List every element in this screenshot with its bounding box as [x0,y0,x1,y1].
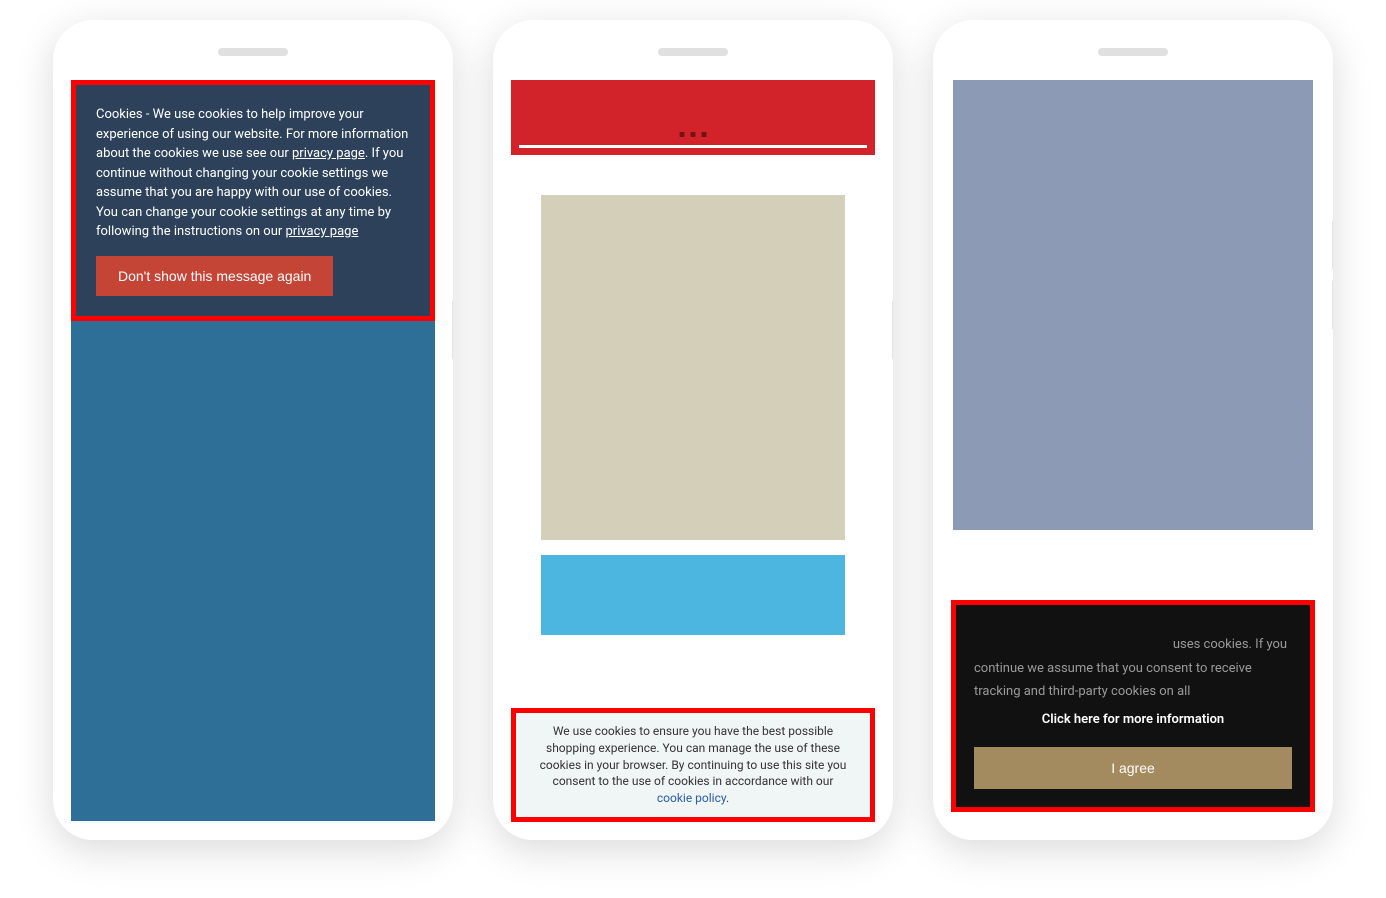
phone-speaker [658,48,728,56]
cookie-text-period: . [726,791,729,805]
phone-mockup-3: XXXXXXXXXXXXXXXXXXXXXXXX uses cookies. I… [933,20,1333,840]
carousel-dot[interactable] [680,132,685,137]
cookie-banner: We use cookies to ensure you have the be… [516,713,870,817]
carousel-dot[interactable] [691,132,696,137]
scrollbar-indicator [1307,410,1313,450]
cookie-text: We use cookies to ensure you have the be… [540,724,847,788]
phone-screen-1: Cookies - We use cookies to help improve… [71,80,435,822]
dismiss-button[interactable]: Don't show this message again [96,256,333,296]
cookie-policy-link[interactable]: cookie policy [657,791,726,805]
page-header-placeholder [511,80,875,155]
phone-mockup-1: Cookies - We use cookies to help improve… [53,20,453,840]
phone-screen-2: We use cookies to ensure you have the be… [511,80,875,822]
cookie-banner: XXXXXXXXXXXXXXXXXXXXXXXX uses cookies. I… [956,605,1310,807]
content-placeholder [541,555,845,635]
header-divider [519,145,867,149]
phone-mockup-2: We use cookies to ensure you have the be… [493,20,893,840]
content-placeholder [541,195,845,540]
highlight-annotation: We use cookies to ensure you have the be… [511,708,875,822]
highlight-annotation: Cookies - We use cookies to help improve… [71,80,435,321]
phone-side-button [1332,220,1333,270]
phone-speaker [218,48,288,56]
cookie-text: uses cookies. If you continue we assume … [974,637,1287,699]
phone-screen-3: XXXXXXXXXXXXXXXXXXXXXXXX uses cookies. I… [951,80,1315,822]
privacy-page-link[interactable]: privacy page [292,146,365,161]
page-body-placeholder [953,80,1313,530]
phone-side-button [1332,280,1333,330]
carousel-dot[interactable] [702,132,707,137]
agree-button[interactable]: I agree [974,747,1292,789]
privacy-page-link[interactable]: privacy page [285,224,358,239]
page-body-placeholder [71,321,435,821]
cookie-banner: Cookies - We use cookies to help improve… [76,85,430,316]
phone-side-button [892,300,893,360]
more-info-link[interactable]: Click here for more information [974,708,1292,731]
carousel-dots [680,132,707,137]
phone-side-button [452,300,453,360]
highlight-annotation: XXXXXXXXXXXXXXXXXXXXXXXX uses cookies. I… [951,600,1315,812]
phone-speaker [1098,48,1168,56]
